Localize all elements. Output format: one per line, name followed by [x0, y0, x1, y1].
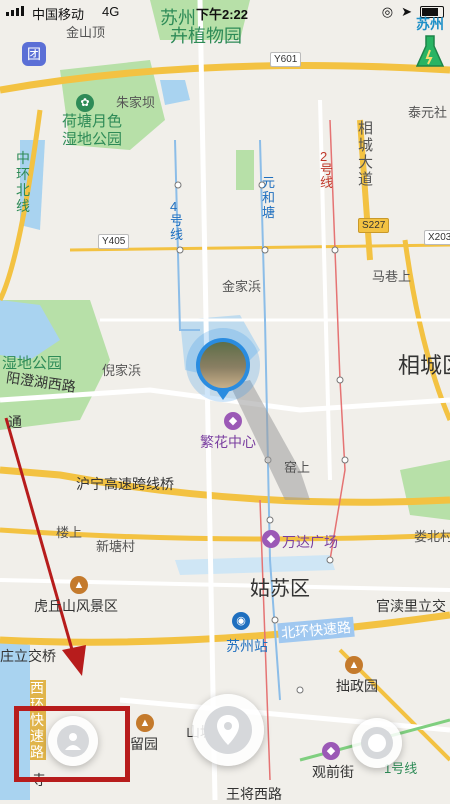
location-arrow-icon: ➤: [401, 4, 412, 19]
map-label: 中环北线: [16, 150, 30, 214]
map-label: 相城区: [398, 353, 450, 378]
map-label: 繁花中心: [200, 434, 256, 450]
user-location-pin[interactable]: [196, 338, 250, 400]
map-label: 娄北村: [414, 529, 450, 544]
map-label: 金家浜: [222, 279, 262, 294]
map-label: 新塘村: [96, 539, 136, 554]
map-label: 楼上: [56, 525, 83, 540]
shopping-poi-icon[interactable]: ◆: [224, 412, 242, 430]
city-label: 苏州: [416, 16, 444, 32]
map-label: 万达广场: [282, 534, 338, 550]
scenic-poi-icon[interactable]: ▲: [345, 656, 363, 674]
map-label: 王将西路: [226, 786, 282, 802]
map-label: 元和塘: [262, 175, 276, 220]
scenic-poi-icon[interactable]: ▲: [70, 576, 88, 594]
carrier-name: 中国移动: [32, 7, 85, 22]
road-shield: Y405: [98, 234, 130, 249]
shopping-poi-icon[interactable]: ◆: [262, 530, 280, 548]
friend-avatar-icon: [368, 734, 386, 752]
road-shield: X203: [424, 230, 450, 245]
network-type: 4G: [102, 4, 120, 19]
top-right-badge[interactable]: 苏州: [415, 14, 445, 73]
friends-button[interactable]: [352, 718, 402, 768]
map-label: 4号线: [170, 199, 184, 242]
status-bar: 中国移动 4G 下午2:22 ◎ ➤: [0, 0, 450, 24]
avatar: [200, 342, 246, 388]
scenic-poi-icon[interactable]: ▲: [136, 714, 154, 732]
map-label: 观前街: [312, 764, 354, 780]
train-station-icon[interactable]: ◉: [232, 612, 250, 630]
signal-icon: [6, 6, 24, 16]
clock: 下午2:22: [196, 7, 249, 22]
location-pin-icon: [217, 715, 239, 745]
map-label: 朱家坝: [116, 95, 156, 110]
pin-tip-icon: [216, 390, 230, 400]
road-shield: Y601: [270, 52, 302, 67]
rotation-lock-icon: ◎: [381, 4, 394, 19]
map-label: 2号线: [320, 149, 334, 190]
map-label: 湿地公园: [62, 131, 123, 148]
map-label: 姑苏区: [250, 578, 310, 600]
map-label: 窑上: [284, 460, 311, 475]
map-label: 留园: [130, 736, 158, 752]
road-shield: S227: [358, 218, 390, 233]
map-label: 倪家浜: [102, 363, 142, 378]
map-label: 金山顶: [66, 25, 106, 40]
annotation-highlight-box: [14, 706, 130, 782]
flask-icon: [415, 35, 445, 67]
shopping-poi-icon[interactable]: ◆: [322, 742, 340, 760]
locate-button[interactable]: [192, 694, 264, 766]
park-poi-icon[interactable]: ✿: [76, 94, 94, 112]
map-label: 通: [8, 414, 22, 430]
map-label: 沪宁高速跨线桥: [76, 476, 174, 492]
group-badge-icon[interactable]: 团: [22, 42, 46, 66]
map-label: 官渎里立交: [376, 598, 446, 614]
map-label: 卉植物园: [170, 26, 242, 46]
map-label: 相城大道: [358, 120, 374, 188]
map-label: 拙政园: [336, 678, 378, 694]
map-label: 马巷上: [372, 269, 412, 284]
map-label: 庄立交桥: [0, 648, 56, 664]
map-label: 苏州站: [226, 638, 268, 654]
map-label: 虎丘山风景区: [34, 598, 118, 614]
map-label: 泰元社: [408, 105, 448, 120]
